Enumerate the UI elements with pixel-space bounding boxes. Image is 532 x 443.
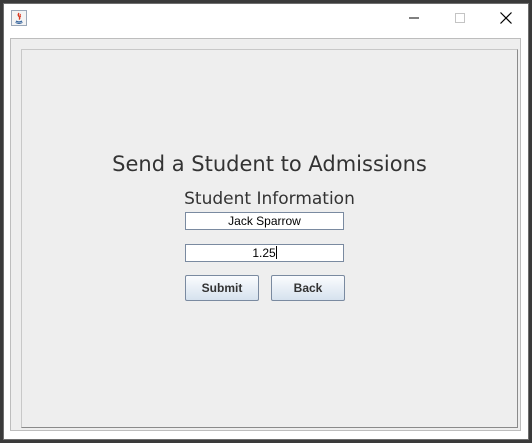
close-button[interactable] bbox=[483, 4, 529, 32]
minimize-button[interactable] bbox=[391, 4, 437, 32]
section-subtitle: Student Information bbox=[184, 189, 355, 209]
java-icon[interactable] bbox=[11, 10, 27, 26]
maximize-button[interactable] bbox=[437, 4, 483, 32]
submit-button[interactable]: Submit bbox=[185, 275, 259, 301]
student-name-field[interactable]: Jack Sparrow bbox=[185, 212, 344, 230]
close-icon bbox=[500, 12, 512, 24]
form-panel: Send a Student to Admissions Student Inf… bbox=[21, 49, 518, 428]
page-title: Send a Student to Admissions bbox=[112, 152, 427, 176]
student-gpa-value: 1.25 bbox=[252, 246, 276, 260]
minimize-icon bbox=[409, 17, 419, 19]
maximize-icon bbox=[455, 13, 465, 23]
title-bar[interactable] bbox=[4, 4, 528, 34]
app-window: Send a Student to Admissions Student Inf… bbox=[3, 3, 529, 440]
text-caret bbox=[275, 246, 277, 259]
student-name-value: Jack Sparrow bbox=[228, 214, 301, 228]
back-button[interactable]: Back bbox=[271, 275, 345, 301]
content-pane: Send a Student to Admissions Student Inf… bbox=[10, 38, 521, 431]
student-gpa-field[interactable]: 1.25 bbox=[185, 244, 344, 262]
